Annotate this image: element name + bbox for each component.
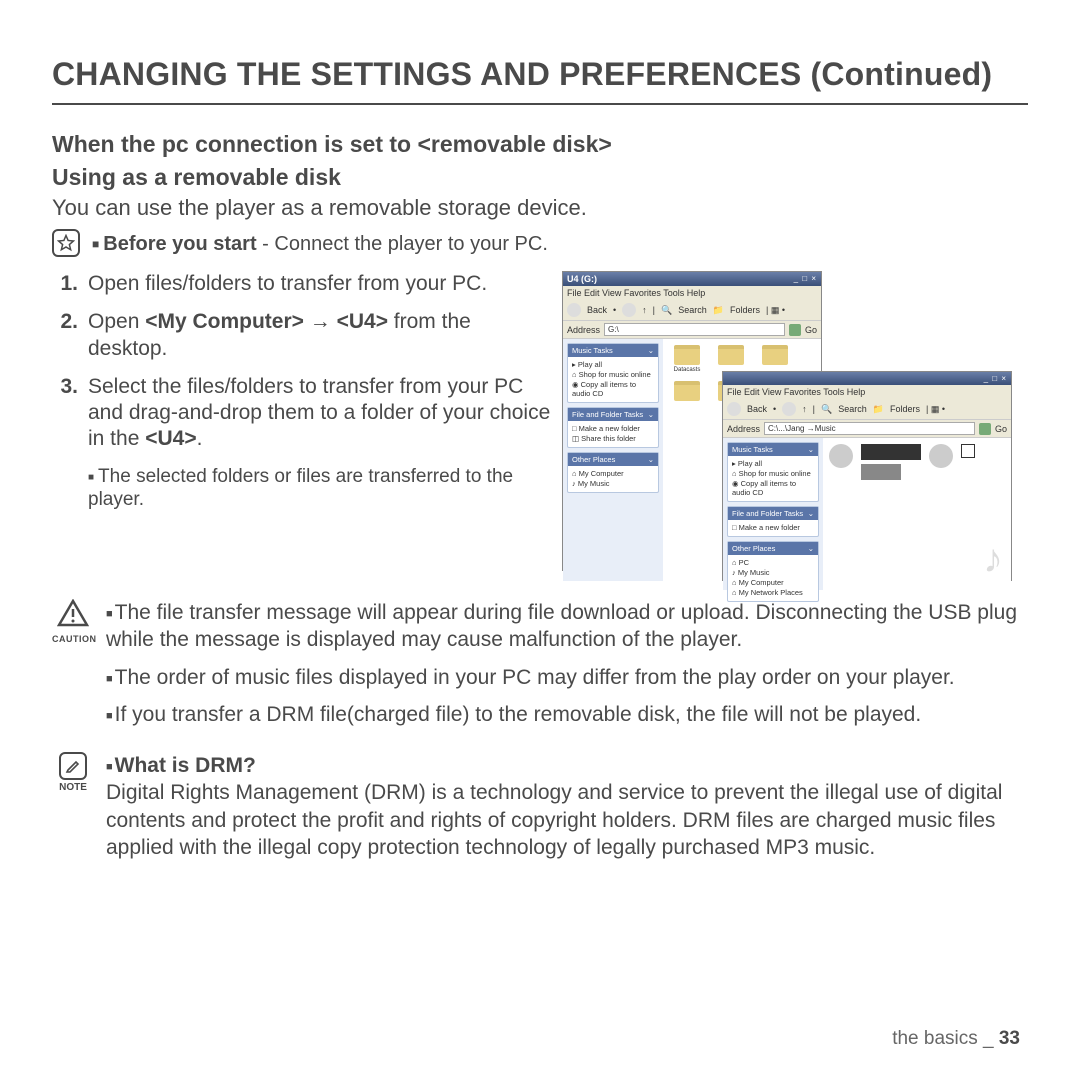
- step-3: 3. Select the files/folders to transfer …: [52, 374, 552, 453]
- step-1: 1. Open files/folders to transfer from y…: [52, 271, 552, 297]
- music-note-icon: ♪: [983, 537, 1003, 582]
- step-subbullet: ■The selected folders or files are trans…: [88, 465, 552, 513]
- section-subhead: Using as a removable disk: [52, 164, 1028, 191]
- caution-item-2: The order of music files displayed in yo…: [115, 666, 955, 689]
- caution-item-3: If you transfer a DRM file(charged file)…: [115, 703, 922, 726]
- caution-block: CAUTION ■The file transfer message will …: [52, 599, 1028, 738]
- step-2: 2. Open <My Computer> → <U4> from the de…: [52, 309, 552, 362]
- note-label: NOTE: [52, 782, 94, 793]
- page-footer: the basics _ 33: [892, 1028, 1020, 1050]
- caution-item-1: The file transfer message will appear du…: [106, 601, 1017, 651]
- star-icon: [52, 229, 80, 257]
- screenshot-area: U4 (G:)_ □ × File Edit View Favorites To…: [562, 271, 1028, 591]
- before-text: ■Before you start - Connect the player t…: [92, 233, 548, 256]
- note-block: NOTE ■What is DRM? Digital Rights Manage…: [52, 752, 1028, 861]
- caution-icon: [57, 599, 89, 627]
- before-you-start: ■Before you start - Connect the player t…: [52, 229, 1028, 257]
- note-icon: [59, 752, 87, 780]
- note-heading: What is DRM?: [115, 754, 256, 777]
- page-title: CHANGING THE SETTINGS AND PREFERENCES (C…: [52, 56, 1028, 105]
- caution-label: CAUTION: [52, 634, 94, 644]
- explorer-window-2: _ □ × File Edit View Favorites Tools Hel…: [722, 371, 1012, 581]
- section-subtitle: When the pc connection is set to <remova…: [52, 131, 1028, 158]
- intro-text: You can use the player as a removable st…: [52, 195, 1028, 221]
- steps-list: 1. Open files/folders to transfer from y…: [52, 271, 552, 591]
- note-text: Digital Rights Management (DRM) is a tec…: [106, 779, 1028, 861]
